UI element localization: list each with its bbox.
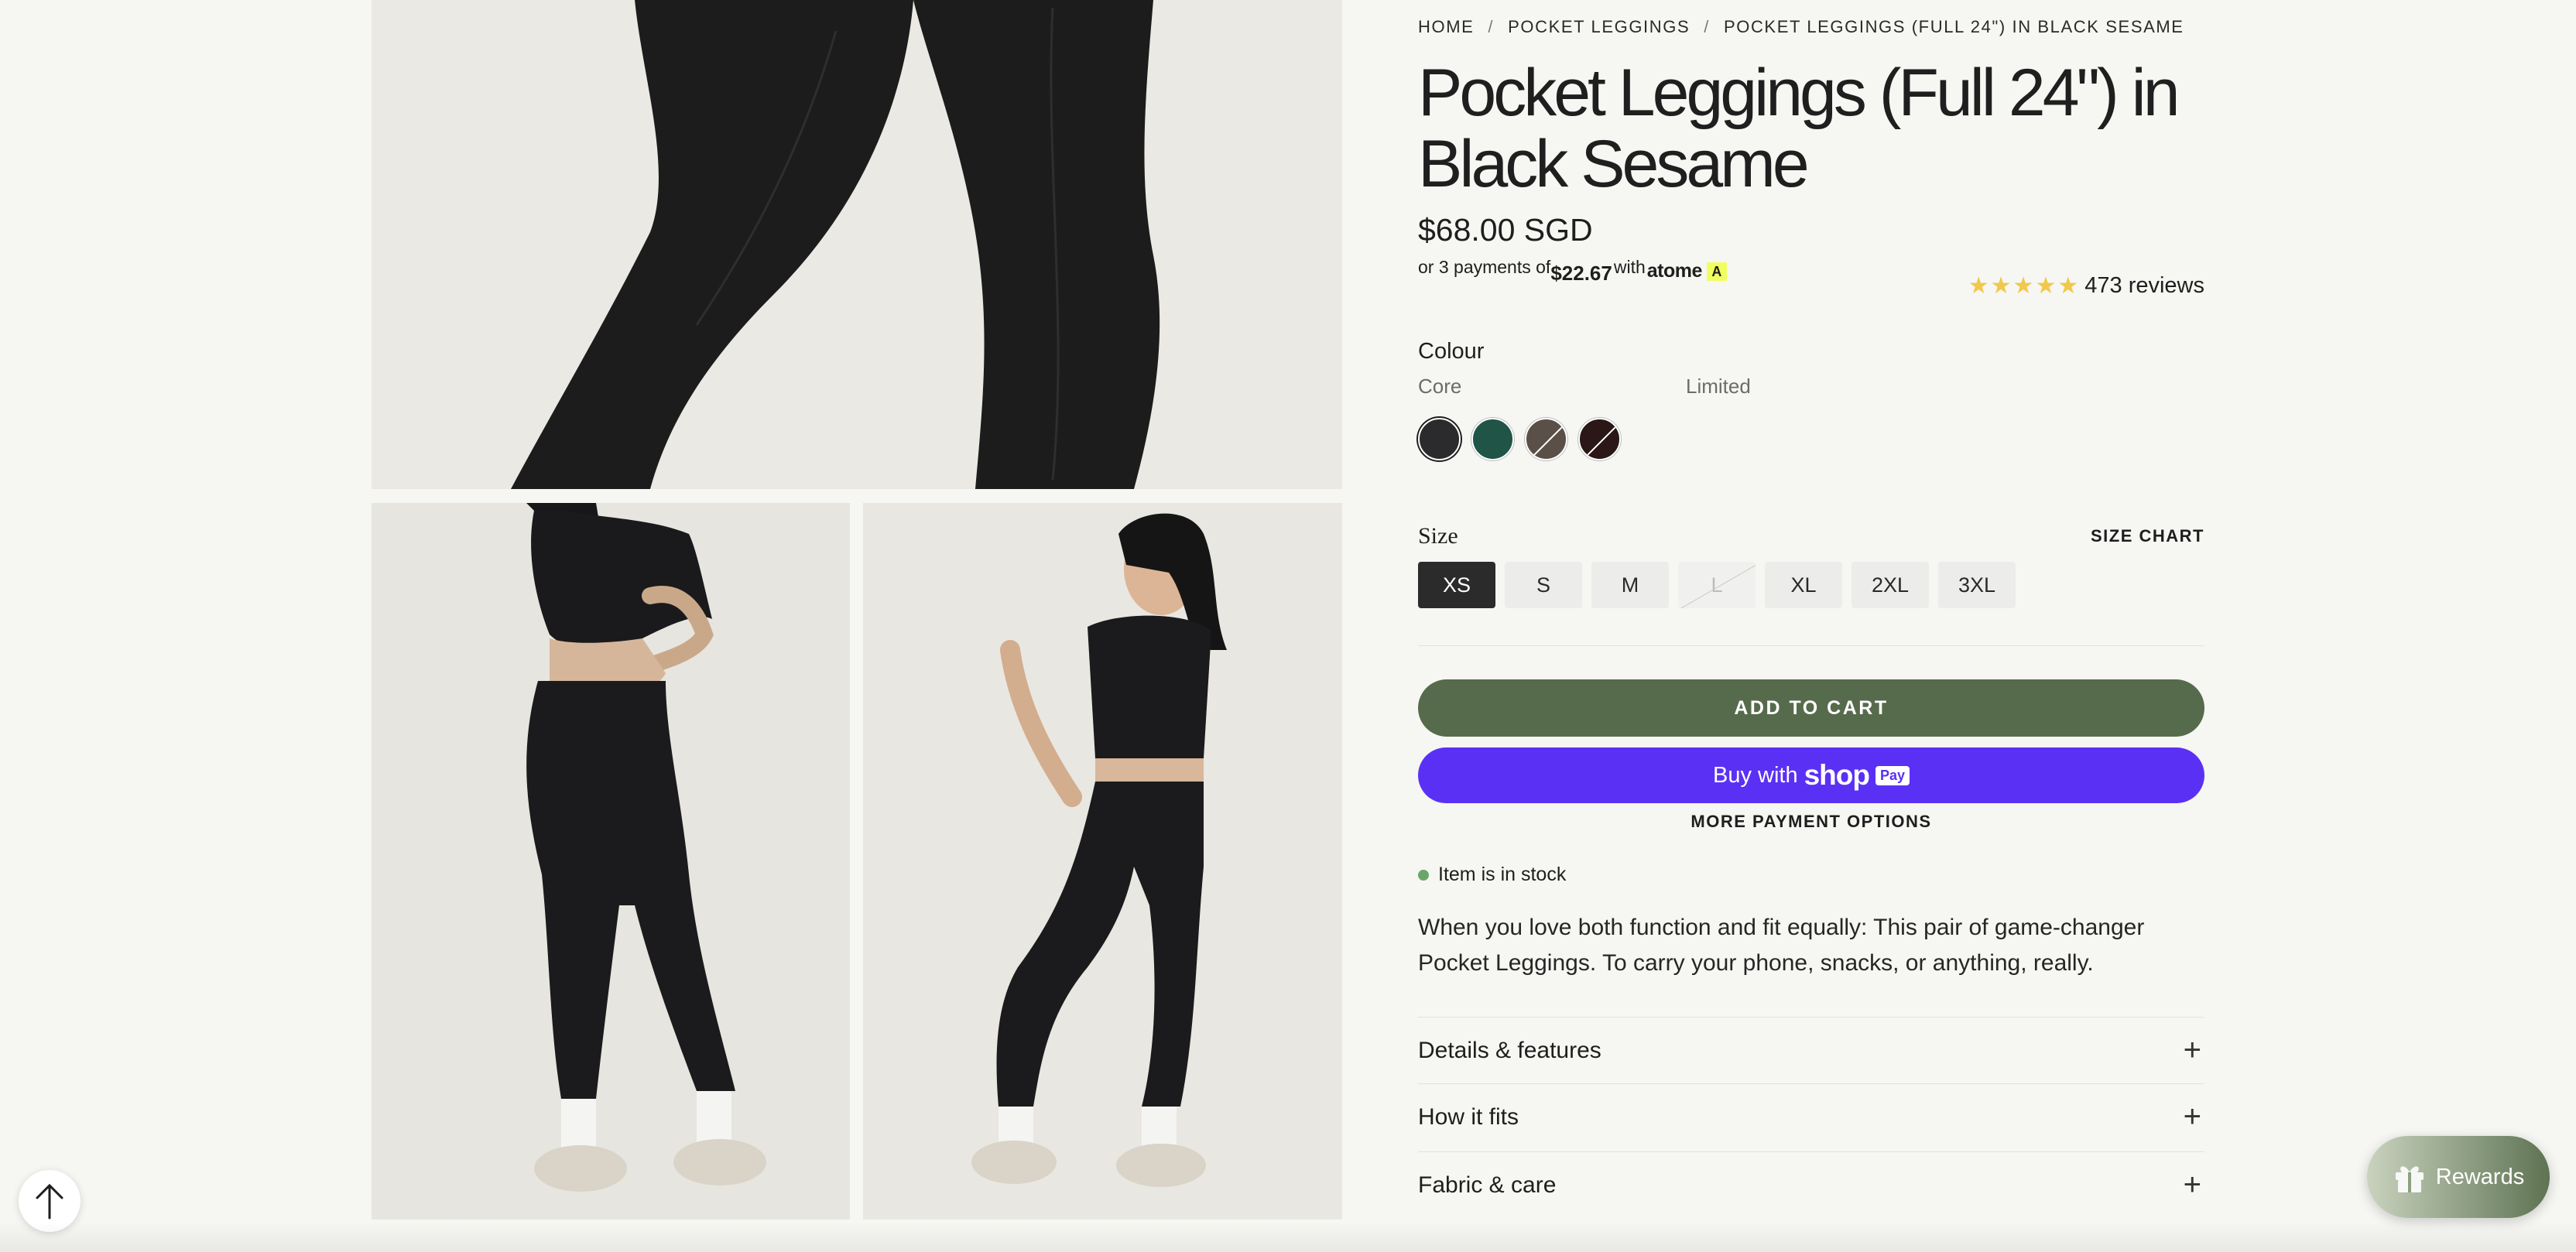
review-count: 473 reviews [2084,273,2204,298]
size-option[interactable]: 2XL [1852,562,1929,608]
installments-info[interactable]: or 3 payments of $22.67 with atome A [1418,257,1727,286]
atome-logo: atome [1646,260,1703,282]
colour-group-limited: Limited [1686,375,1751,398]
plus-icon: + [2183,1168,2201,1202]
stock-status: Item is in stock [1418,864,1566,886]
page-bottom-shadow [0,1221,2576,1252]
star-rating-icon: ★★★★★ [1968,273,2081,299]
stock-text: Item is in stock [1438,864,1567,885]
breadcrumb-collection[interactable]: POCKET LEGGINGS [1508,17,1690,37]
breadcrumb-separator: / [1704,17,1710,36]
rating-summary[interactable]: ★★★★★ 473 reviews [1968,272,2204,299]
size-option[interactable]: XL [1765,562,1842,608]
atome-badge-icon: A [1706,262,1727,281]
breadcrumb-separator: / [1488,17,1495,36]
size-option[interactable]: M [1591,562,1669,608]
stock-indicator-icon [1418,869,1429,881]
installments-with: with [1613,257,1646,277]
breadcrumb-home[interactable]: HOME [1418,17,1474,37]
size-option[interactable]: S [1505,562,1582,608]
arrow-up-icon [36,1183,63,1220]
accordion-details-features[interactable]: Details & features + [1418,1017,2204,1083]
model-side-illustration [863,503,1342,1220]
accordion-how-it-fits[interactable]: How it fits + [1418,1083,2204,1150]
installment-amount: $22.67 [1550,262,1612,285]
shop-pay-button[interactable]: Buy with shop Pay [1418,747,2204,803]
product-image-side-view[interactable] [863,503,1342,1220]
installments-prefix: or 3 payments of [1418,257,1551,277]
leggings-closeup-illustration [372,0,1342,489]
colour-swatch[interactable] [1525,418,1567,460]
more-payment-options-link[interactable]: MORE PAYMENT OPTIONS [1418,812,2204,832]
section-divider [1418,645,2204,646]
size-option[interactable]: L [1678,562,1756,608]
product-price: $68.00 SGD [1418,212,1593,248]
colour-swatch[interactable] [1471,418,1514,460]
colour-swatch[interactable] [1578,418,1621,460]
product-image-back-view[interactable] [372,503,850,1220]
rewards-label: Rewards [2435,1164,2525,1189]
accordion-label: How it fits [1418,1103,1519,1130]
pay-badge: Pay [1875,765,1910,785]
gift-icon [2395,1166,2424,1192]
size-option[interactable]: 3XL [1938,562,2016,608]
colour-label: Colour [1418,339,1485,364]
plus-icon: + [2183,1100,2201,1134]
size-label: Size [1418,523,1458,549]
breadcrumb: HOME / POCKET LEGGINGS / POCKET LEGGINGS… [1418,17,2184,37]
product-title: Pocket Leggings (Full 24") in Black Sesa… [1418,56,2180,201]
colour-swatch[interactable] [1418,418,1461,460]
accordion-label: Details & features [1418,1037,1601,1063]
product-image-legs-closeup[interactable] [372,0,1342,489]
colour-swatches [1418,418,1621,460]
shop-pay-buy-with: Buy with [1712,762,1798,788]
rewards-button[interactable]: Rewards [2367,1136,2550,1218]
product-description: When you love both function and fit equa… [1418,915,2145,976]
size-options: XS S M L XL 2XL 3XL [1418,562,2016,608]
breadcrumb-current: POCKET LEGGINGS (FULL 24") IN BLACK SESA… [1723,17,2184,36]
accordion-fabric-care[interactable]: Fabric & care + [1418,1151,2204,1218]
colour-group-core: Core [1418,375,1462,398]
size-option[interactable]: XS [1418,562,1495,608]
accordion-label: Fabric & care [1418,1172,1557,1198]
size-chart-link[interactable]: SIZE CHART [2091,526,2204,546]
model-back-illustration [372,503,850,1220]
add-to-cart-button[interactable]: ADD TO CART [1418,679,2204,737]
plus-icon: + [2183,1033,2201,1067]
shop-logo: shop [1804,759,1870,791]
